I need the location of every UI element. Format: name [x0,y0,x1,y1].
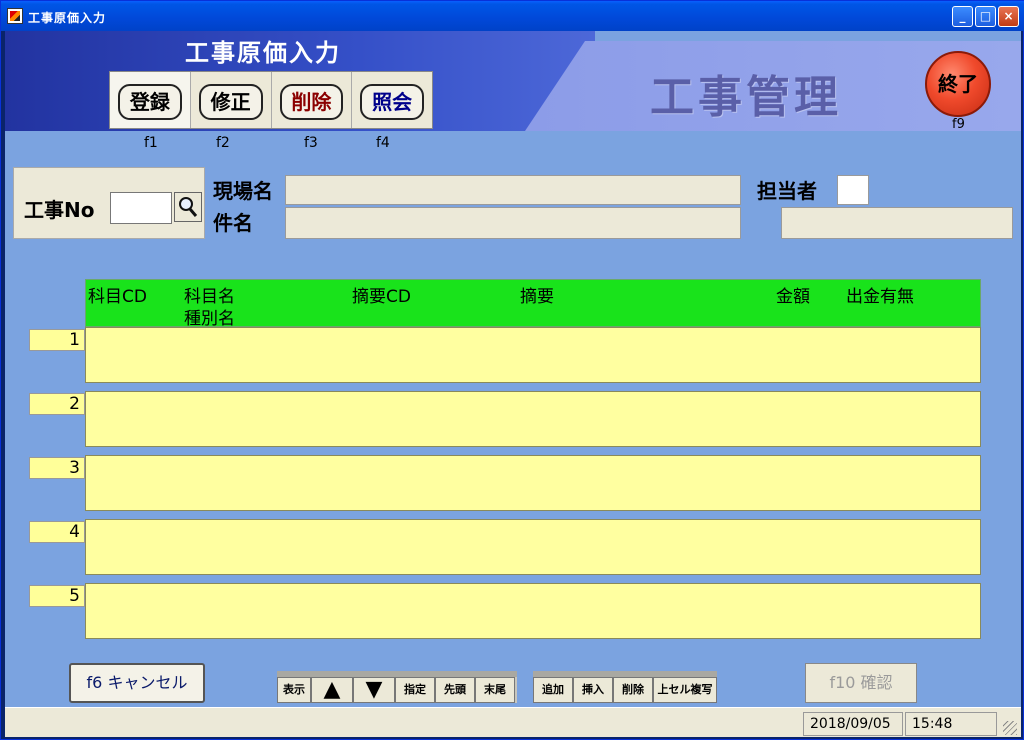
confirm-button[interactable]: f10 確認 [805,663,917,703]
kouji-no-panel: 工事No [13,167,205,239]
row-number: 5 [29,585,85,607]
tab-register[interactable]: 登録 [110,72,191,128]
kouji-no-label: 工事No [24,198,95,222]
column-header: 金額 [776,287,810,307]
grid-header: 科目CD 科目名 種別名 摘要CD 摘要 金額 出金有無 [85,279,981,329]
fkey-label: f3 [304,135,318,151]
column-header: 摘要 [520,287,554,307]
exit-fkey-label: f9 [952,117,965,132]
tantou-name-field [781,207,1013,239]
app-icon [7,8,23,24]
delete-row-button[interactable]: 削除 [613,677,653,703]
tantou-code-input[interactable] [837,175,869,205]
kenmei-field [285,207,741,239]
table-row[interactable] [85,327,981,383]
arrow-down-icon: ▼ [365,677,383,702]
column-header: 出金有無 [846,287,914,307]
tab-inquiry-label: 照会 [360,84,424,120]
table-row[interactable] [85,455,981,511]
row-number: 4 [29,521,85,543]
minimize-button[interactable]: _ [952,6,973,27]
brand-label: 工事管理 [650,72,842,123]
insert-row-button[interactable]: 挿入 [573,677,613,703]
tab-delete[interactable]: 削除 [271,72,353,128]
tab-inquiry[interactable]: 照会 [352,72,432,128]
last-button[interactable]: 末尾 [475,677,515,703]
window-title: 工事原価入力 [28,11,107,25]
status-time: 15:48 [905,712,997,736]
tab-register-label: 登録 [118,84,182,120]
down-arrow-button[interactable]: ▼ [353,677,395,703]
client-area: 工事原価入力 工事管理 登録 修正 削除 照会 f1 f2 f3 f4 終了 f… [5,31,1021,737]
table-row[interactable] [85,519,981,575]
genba-label: 現場名 [213,179,273,203]
display-button[interactable]: 表示 [277,677,311,703]
tab-edit-label: 修正 [198,84,263,120]
add-row-button[interactable]: 追加 [533,677,573,703]
tantou-label: 担当者 [757,179,817,203]
fkey-label: f4 [376,135,390,151]
genba-field [285,175,741,205]
mode-tabs: 登録 修正 削除 照会 [109,71,433,129]
status-bar: 2018/09/05 15:48 [5,707,1021,737]
resize-grip[interactable] [1003,721,1017,735]
tab-delete-label: 削除 [279,84,344,120]
up-arrow-button[interactable]: ▲ [311,677,353,703]
kenmei-label: 件名 [213,211,253,235]
exit-button[interactable]: 終了 [925,51,991,117]
status-date: 2018/09/05 [803,712,903,736]
row-number: 2 [29,393,85,415]
arrow-up-icon: ▲ [323,677,341,702]
title-bar[interactable]: 工事原価入力 _ □ × [1,1,1024,31]
close-button[interactable]: × [998,6,1019,27]
row-number: 3 [29,457,85,479]
nav-toolbar: 表示 ▲ ▼ 指定 先頭 末尾 [277,671,517,703]
page-title: 工事原価入力 [185,39,341,67]
tab-edit[interactable]: 修正 [190,72,272,128]
fkey-label: f2 [216,135,230,151]
table-row[interactable] [85,391,981,447]
status-message [5,712,801,736]
search-button[interactable] [174,192,202,222]
copy-above-button[interactable]: 上セル複写 [653,677,717,703]
app-window: 工事原価入力 _ □ × 工事原価入力 工事管理 登録 修正 削除 照会 f1 … [0,0,1024,740]
column-header: 科目CD [88,287,147,307]
specify-button[interactable]: 指定 [395,677,435,703]
cancel-button[interactable]: f6 キャンセル [69,663,205,703]
row-number: 1 [29,329,85,351]
column-header: 摘要CD [352,287,411,307]
first-button[interactable]: 先頭 [435,677,475,703]
table-row[interactable] [85,583,981,639]
fkey-label: f1 [144,135,158,151]
column-header: 種別名 [184,309,235,329]
search-icon [179,197,198,217]
kouji-no-input[interactable] [110,192,172,224]
maximize-button[interactable]: □ [975,6,996,27]
edit-toolbar: 追加 挿入 削除 上セル複写 [533,671,717,703]
